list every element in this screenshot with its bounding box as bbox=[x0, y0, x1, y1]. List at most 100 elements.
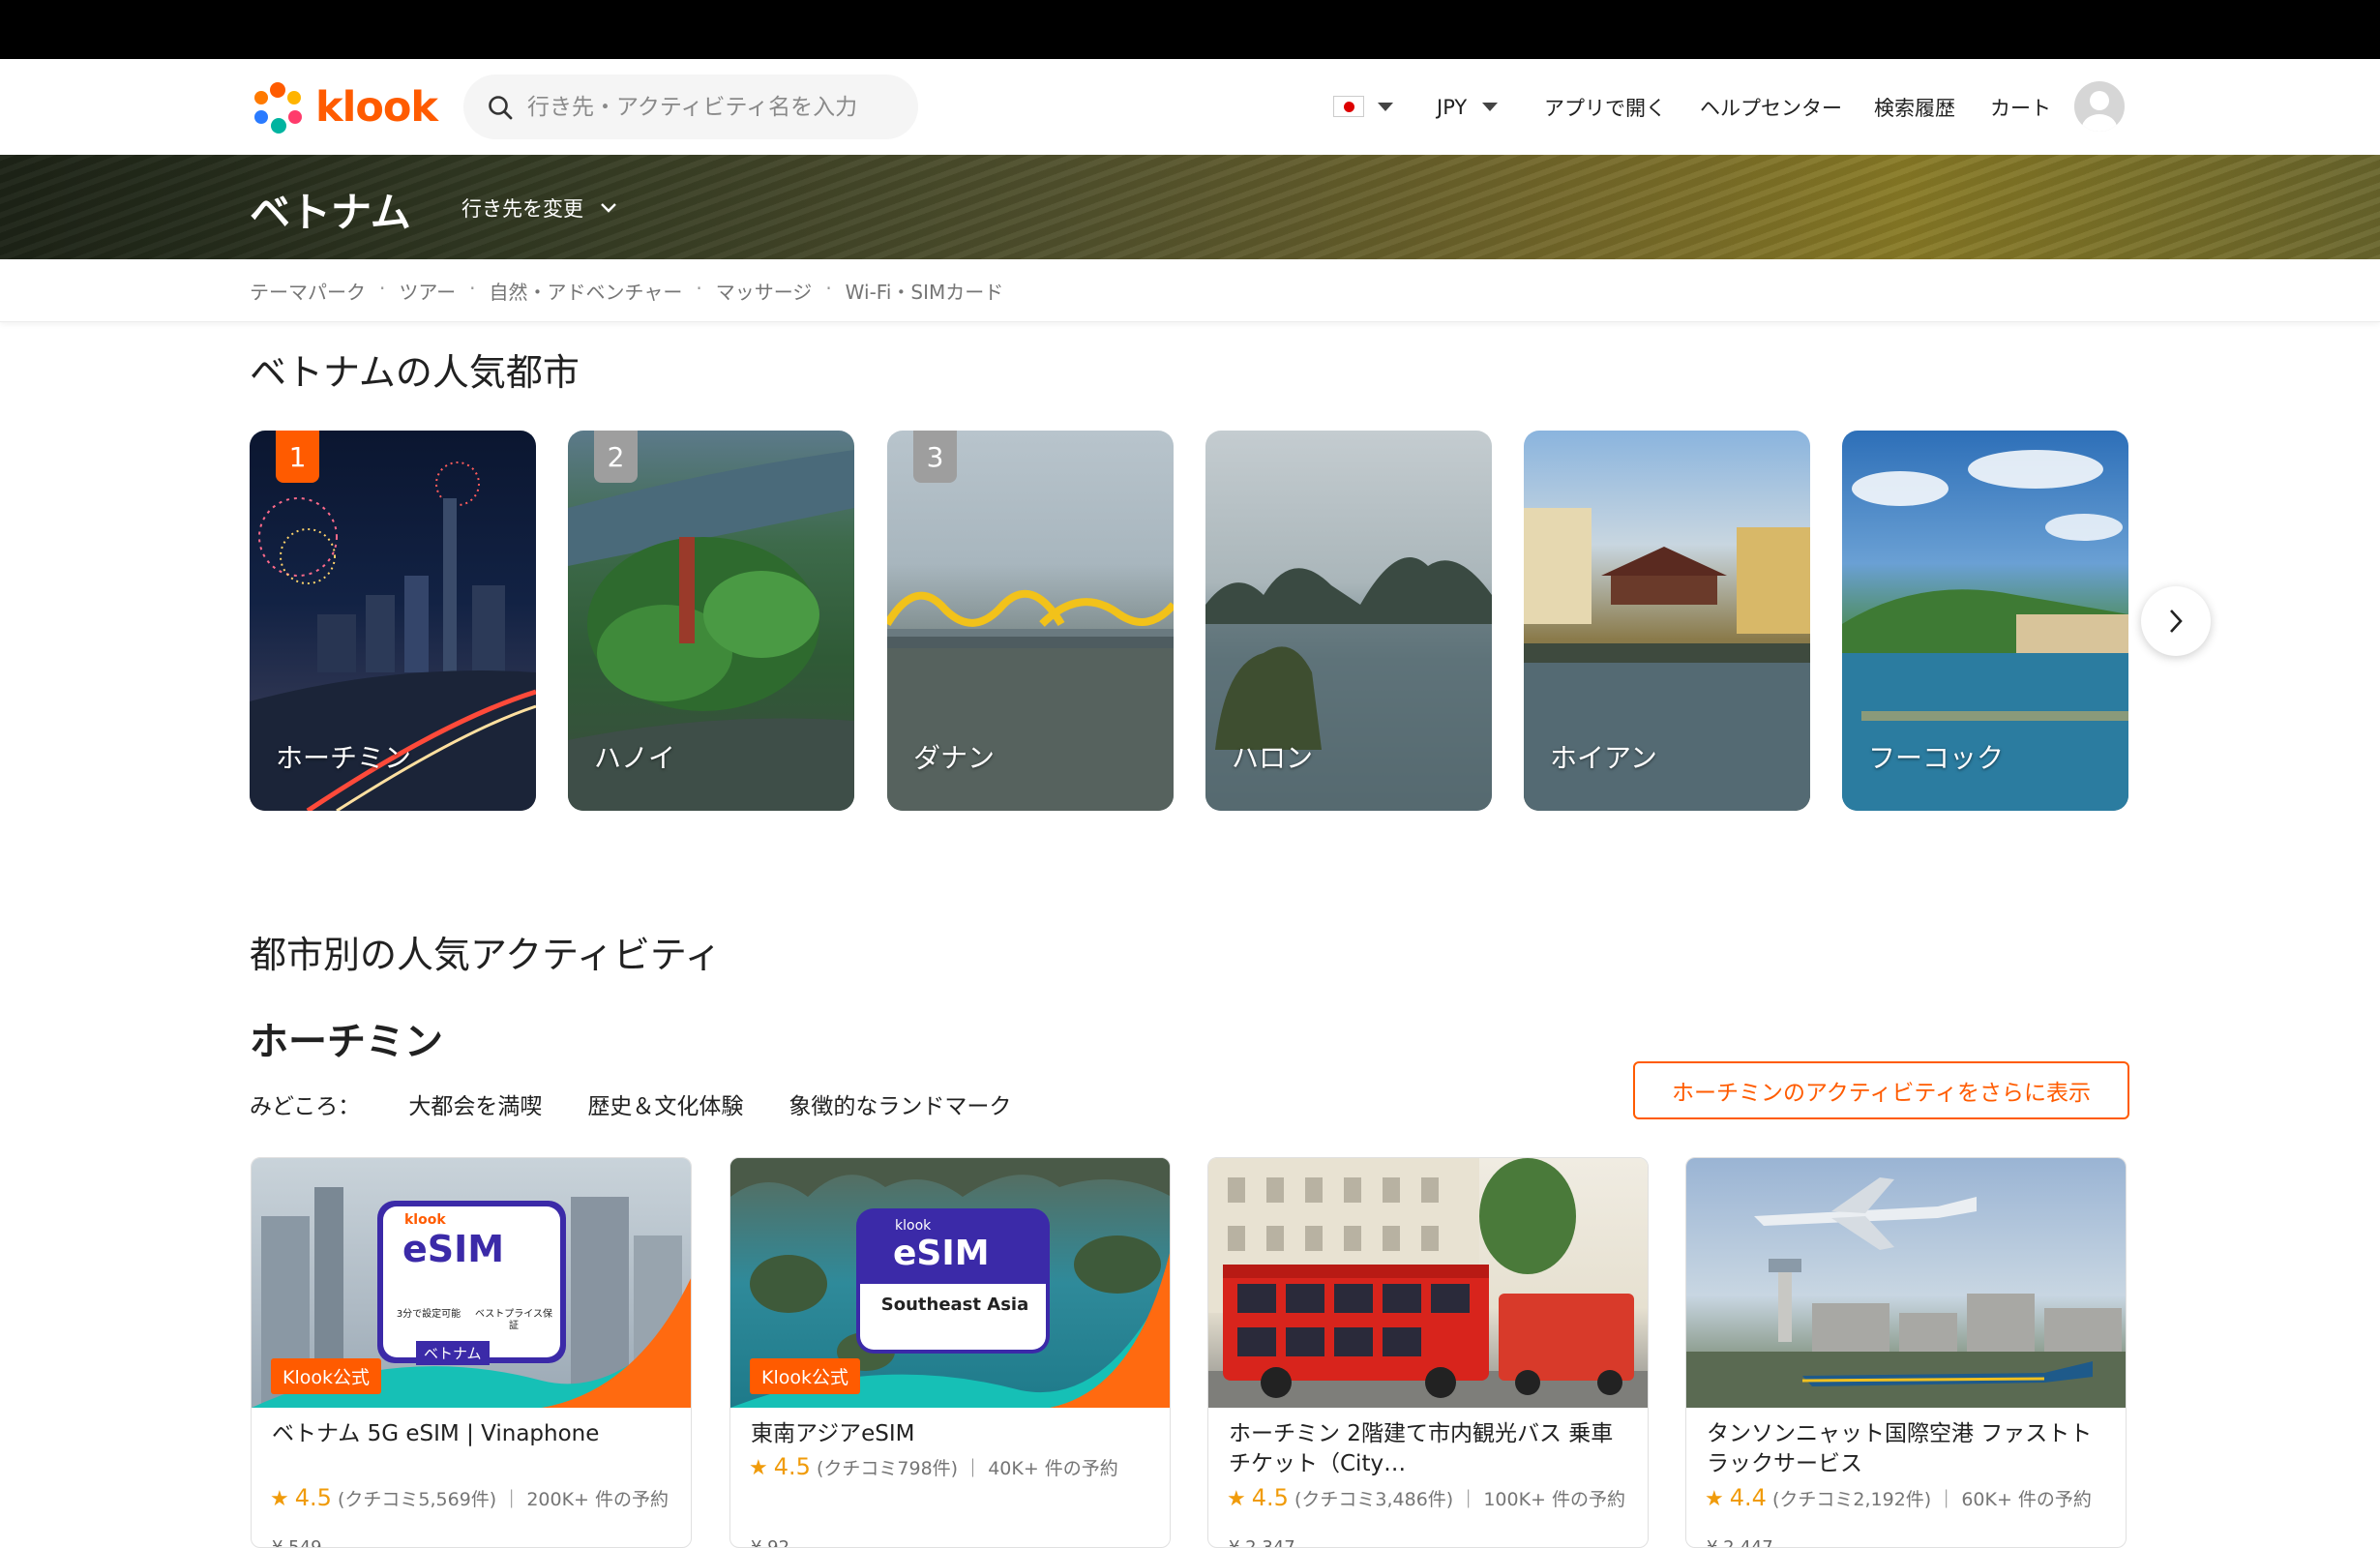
activity-city-title: ホーチミン bbox=[250, 1020, 443, 1064]
klook-logo[interactable]: klook bbox=[250, 80, 438, 134]
star-icon: ★ bbox=[749, 1456, 768, 1480]
activity-title: 東南アジアeSIM bbox=[751, 1421, 915, 1446]
user-icon bbox=[2082, 91, 2117, 132]
rank-badge: 3 bbox=[913, 431, 957, 483]
nav-help-center[interactable]: ヘルプセンター bbox=[1700, 59, 1842, 155]
rating-value: 4.5 bbox=[294, 1484, 332, 1511]
activity-card[interactable]: klook eSIM Southeast Asia Klook公式 東南アジアe… bbox=[729, 1157, 1171, 1548]
activity-card[interactable]: タンソンニャット国際空港 ファストトラックサービス ★ 4.4 (クチコミ2,1… bbox=[1685, 1157, 2127, 1548]
separator: ｜ bbox=[502, 1489, 521, 1510]
activity-price: ¥ 2,447 bbox=[1707, 1537, 1773, 1548]
esim-feature: 3分で設定可能 bbox=[396, 1309, 461, 1320]
category-tour[interactable]: ツアー bbox=[399, 277, 456, 305]
esim-region: Southeast Asia bbox=[880, 1295, 1029, 1315]
review-count: (クチコミ5,569件) bbox=[338, 1489, 497, 1510]
activity-image bbox=[1686, 1158, 2126, 1408]
city-name: ハロン bbox=[1232, 742, 1314, 774]
city-card-halong[interactable]: ハロン bbox=[1205, 431, 1492, 811]
category-bar: テーマパーク · ツアー · 自然・アドベンチャー · マッサージ · Wi-Fi・SI… bbox=[0, 259, 2380, 322]
star-icon: ★ bbox=[270, 1487, 289, 1511]
nav-help-center-label: ヘルプセンター bbox=[1700, 96, 1842, 120]
nav-search-history-label: 検索履歴 bbox=[1874, 96, 1955, 120]
review-count: (クチコミ798件) bbox=[817, 1458, 959, 1479]
more-activities-button[interactable]: ホーチミンのアクティビティをさらに表示 bbox=[1633, 1061, 2129, 1119]
separator: ｜ bbox=[964, 1458, 983, 1479]
category-wifi-sim[interactable]: Wi-Fi・SIMカード bbox=[846, 277, 1004, 305]
esim-brand: klook bbox=[404, 1212, 446, 1228]
booking-count: 60K+ 件の予約 bbox=[1961, 1489, 2092, 1510]
esim-brand: klook bbox=[895, 1218, 932, 1234]
activity-price: ¥ 2,347 bbox=[1229, 1537, 1295, 1548]
city-card-hochiminh[interactable]: 1 ホーチミン bbox=[250, 431, 536, 811]
separator: ｜ bbox=[1459, 1489, 1478, 1510]
star-icon: ★ bbox=[1705, 1487, 1724, 1511]
city-name: ホイアン bbox=[1550, 742, 1657, 774]
activity-title: ベトナム 5G eSIM | Vinaphone bbox=[272, 1421, 600, 1446]
review-count: (クチコミ3,486件) bbox=[1294, 1489, 1454, 1510]
destination-banner: ベトナム 行き先を変更 bbox=[0, 155, 2380, 259]
currency-label: JPY bbox=[1437, 95, 1468, 119]
destination-title: ベトナム bbox=[250, 189, 411, 236]
site-header: klook JPY アプリで開く ヘルプセンター 検索履歴 カート bbox=[0, 59, 2380, 155]
nav-open-app[interactable]: アプリで開く bbox=[1544, 59, 1666, 155]
search-input[interactable] bbox=[527, 94, 895, 120]
activity-card[interactable]: klook eSIM 3分で設定可能 ベストプライス保証 ベトナム Klook公… bbox=[251, 1157, 692, 1548]
city-card-hoian[interactable]: ホイアン bbox=[1524, 431, 1810, 811]
activity-image: klook eSIM Southeast Asia Klook公式 bbox=[730, 1158, 1170, 1408]
rating-value: 4.5 bbox=[1251, 1484, 1289, 1511]
activity-price: ¥ 549 bbox=[272, 1537, 322, 1548]
chevron-down-icon bbox=[1378, 103, 1393, 111]
carousel-next-button[interactable] bbox=[2141, 586, 2211, 656]
esim-label: eSIM bbox=[893, 1234, 990, 1273]
star-icon: ★ bbox=[1227, 1487, 1246, 1511]
activity-title: ホーチミン 2階建て市内観光バス 乗車チケット（City… bbox=[1229, 1421, 1614, 1476]
category-nature-adventure[interactable]: 自然・アドベンチャー bbox=[490, 277, 683, 305]
esim-feature: ベストプライス保証 bbox=[475, 1309, 552, 1331]
japan-flag-icon[interactable] bbox=[1333, 96, 1364, 117]
activity-photo bbox=[1686, 1177, 2126, 1408]
highlights-label: みどころ： bbox=[250, 1094, 361, 1119]
activity-image: klook eSIM 3分で設定可能 ベストプライス保証 ベトナム Klook公… bbox=[252, 1158, 691, 1408]
city-card-hanoi[interactable]: 2 ハノイ bbox=[568, 431, 854, 811]
category-massage[interactable]: マッサージ bbox=[716, 277, 813, 305]
activities-heading: 都市別の人気アクティビティ bbox=[250, 934, 722, 976]
activity-title: タンソンニャット国際空港 ファストトラックサービス bbox=[1707, 1421, 2093, 1476]
search-bar[interactable] bbox=[463, 74, 918, 139]
rating-value: 4.5 bbox=[773, 1453, 811, 1480]
rank-badge: 1 bbox=[276, 431, 319, 483]
highlight-tag[interactable]: 大都会を満喫 bbox=[408, 1087, 542, 1120]
activity-rating-row: ★ 4.5 (クチコミ3,486件) ｜ 100K+ 件の予約 bbox=[1227, 1485, 1633, 1512]
activity-rating-row: ★ 4.5 (クチコミ5,569件) ｜ 200K+ 件の予約 bbox=[270, 1485, 676, 1512]
klook-logo-icon bbox=[250, 80, 306, 134]
review-count: (クチコミ2,192件) bbox=[1772, 1489, 1932, 1510]
activity-price: ¥ 92 bbox=[751, 1537, 790, 1548]
highlight-tag[interactable]: 象徴的なランドマーク bbox=[788, 1087, 1011, 1120]
logo-text: klook bbox=[315, 83, 438, 132]
separator: · bbox=[469, 277, 476, 300]
esim-label: eSIM bbox=[402, 1228, 505, 1270]
currency-dropdown[interactable]: JPY bbox=[1437, 59, 1499, 155]
activity-rating-row: ★ 4.4 (クチコミ2,192件) ｜ 60K+ 件の予約 bbox=[1705, 1485, 2111, 1512]
chevron-down-icon bbox=[601, 203, 616, 213]
city-name: ハノイ bbox=[594, 742, 676, 774]
city-name: ダナン bbox=[913, 742, 996, 774]
klook-official-badge: Klook公式 bbox=[750, 1358, 860, 1394]
change-destination-label: 行き先を変更 bbox=[461, 197, 583, 221]
nav-search-history[interactable]: 検索履歴 bbox=[1874, 59, 1955, 155]
category-theme-park[interactable]: テーマパーク bbox=[250, 277, 366, 305]
activity-card[interactable]: ホーチミン 2階建て市内観光バス 乗車チケット（City… ★ 4.5 (クチコ… bbox=[1207, 1157, 1649, 1548]
window-top-bar bbox=[0, 0, 2380, 59]
separator: ｜ bbox=[1937, 1489, 1956, 1510]
highlights-row: みどころ： 大都会を満喫 歴史＆文化体験 象徴的なランドマーク bbox=[250, 1087, 1056, 1120]
user-avatar[interactable] bbox=[2074, 81, 2125, 132]
change-destination-button[interactable]: 行き先を変更 bbox=[461, 194, 618, 223]
esim-country: ベトナム bbox=[416, 1341, 490, 1365]
esim-card-graphic: klook eSIM 3分で設定可能 ベストプライス保証 ベトナム bbox=[377, 1201, 566, 1365]
highlight-tag[interactable]: 歴史＆文化体験 bbox=[587, 1087, 743, 1120]
city-card-phuquoc[interactable]: フーコック bbox=[1842, 431, 2128, 811]
city-card-danang[interactable]: 3 ダナン bbox=[887, 431, 1174, 811]
language-dropdown[interactable] bbox=[1378, 59, 1393, 155]
chevron-down-icon bbox=[1482, 103, 1499, 111]
nav-cart[interactable]: カート bbox=[1990, 59, 2051, 155]
chevron-right-icon bbox=[2170, 610, 2183, 633]
